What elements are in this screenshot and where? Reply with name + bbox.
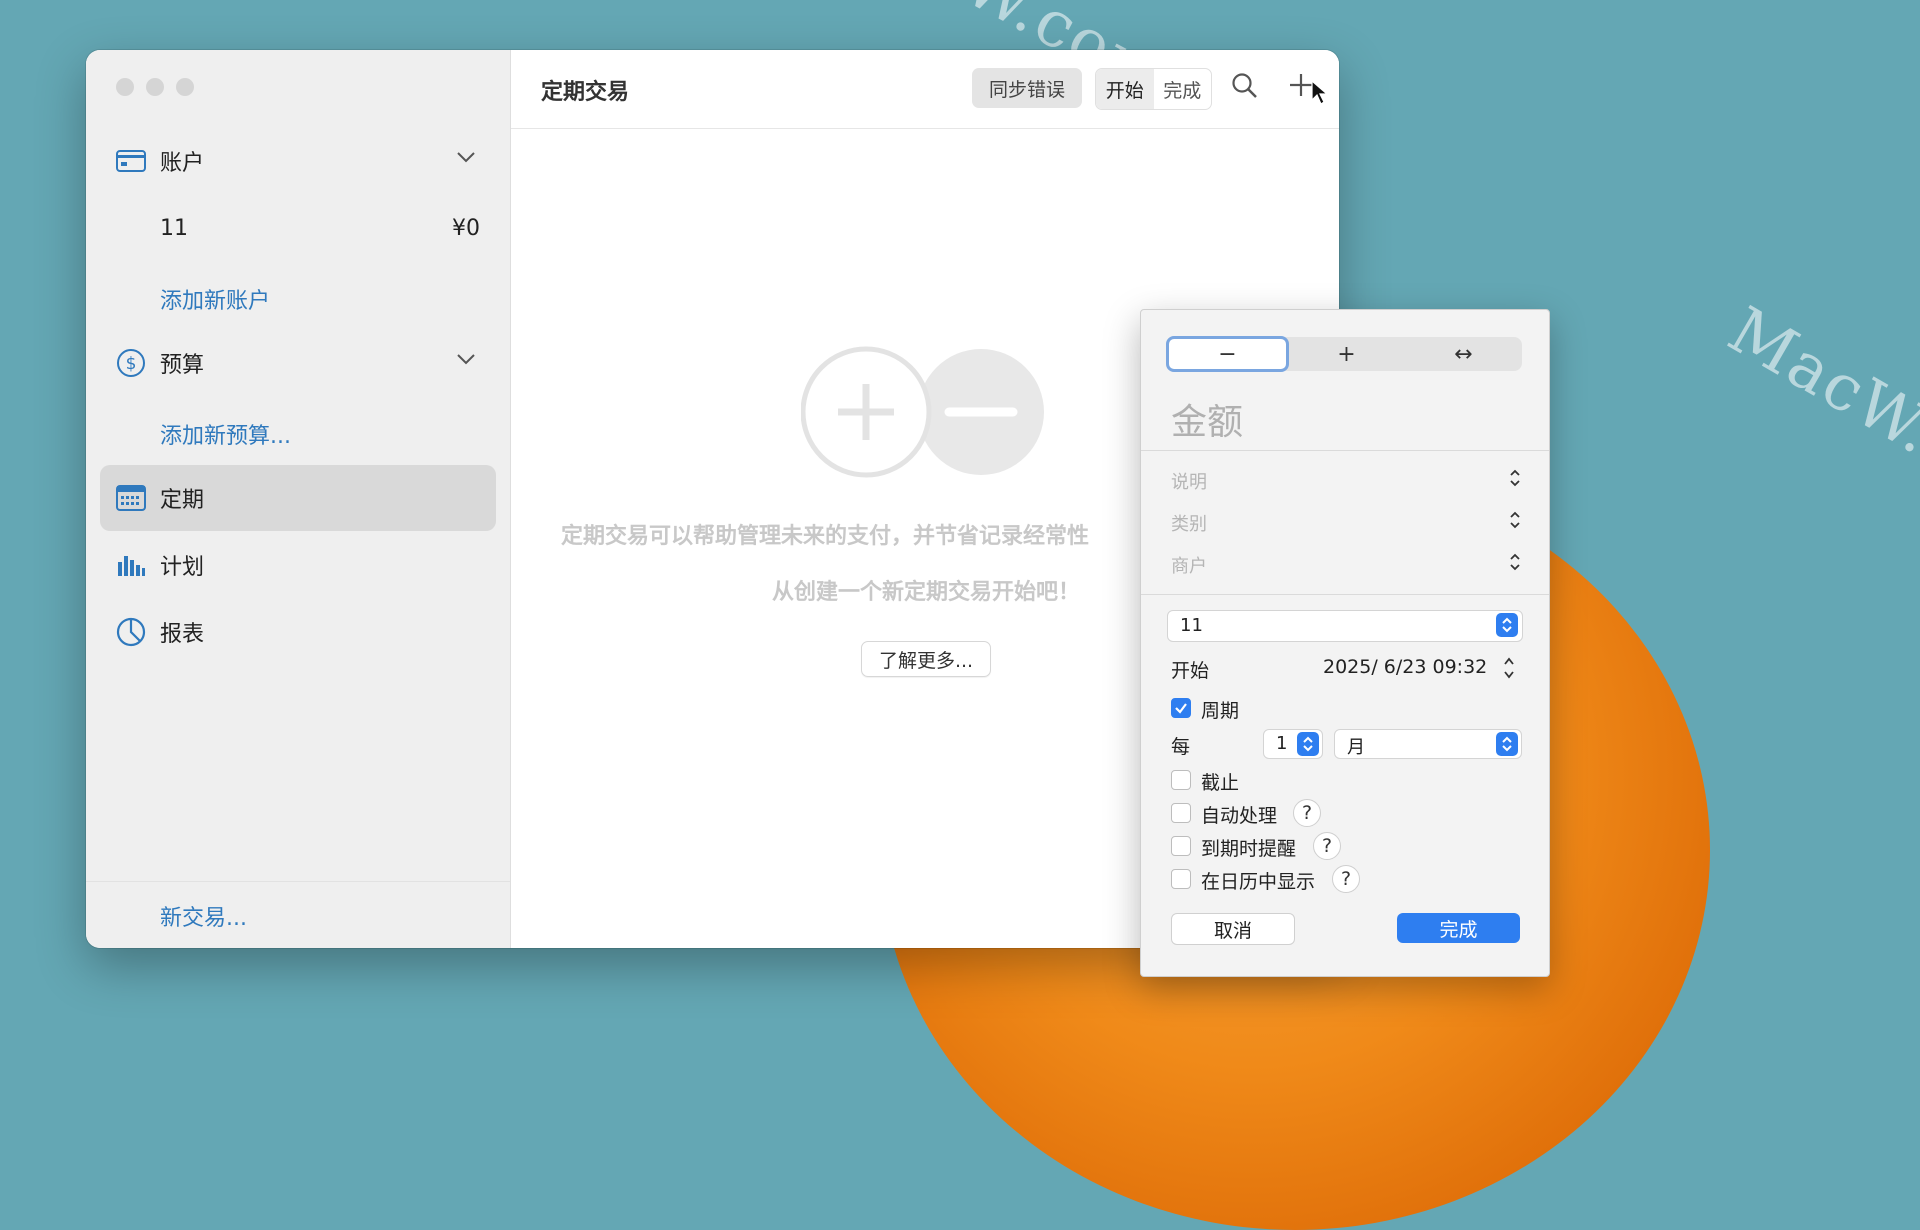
select-arrows-icon (1496, 732, 1518, 756)
date-stepper-icon[interactable] (1503, 655, 1515, 681)
remind-label: 到期时提醒 (1201, 838, 1297, 860)
sidebar-label-planning: 计划 (160, 555, 205, 580)
account-item-name[interactable]: 11 (160, 216, 188, 241)
end-label: 截止 (1201, 772, 1240, 794)
sidebar-item-planning[interactable]: 计划 (100, 532, 496, 598)
segment-expense[interactable]: − (1166, 336, 1289, 372)
sidebar-item-accounts[interactable]: 账户 (100, 128, 496, 194)
sidebar-item-budget[interactable]: $ 预算 (100, 330, 496, 396)
watermark: MacW.com (1715, 293, 1920, 541)
account-item-balance: ¥0 (452, 216, 480, 241)
auto-process-label: 自动处理 (1201, 805, 1278, 827)
segment-transfer[interactable]: ↔ (1405, 337, 1522, 371)
payee-field[interactable]: 商户 (1171, 552, 1521, 578)
search-icon[interactable] (1231, 72, 1259, 100)
amount-input[interactable]: 金额 (1171, 393, 1243, 445)
up-down-chevron-icon[interactable] (1509, 552, 1521, 572)
svg-text:$: $ (126, 354, 137, 374)
calendar-checkbox[interactable] (1171, 869, 1191, 889)
chevron-down-icon[interactable] (456, 352, 476, 366)
description-field[interactable]: 说明 (1171, 468, 1521, 494)
dollar-circle-icon: $ (116, 348, 146, 378)
pie-chart-icon (116, 617, 146, 647)
every-label: 每 (1171, 736, 1191, 758)
divider (1141, 450, 1549, 451)
credit-card-icon (116, 146, 146, 176)
sidebar: 账户 11 ¥0 添加新账户 $ 预算 添加新预算... 定期 计划 报表 新交… (86, 50, 511, 948)
up-down-chevron-icon[interactable] (1509, 510, 1521, 530)
new-recurring-popover: − + ↔ 金额 说明 类别 商户 11 开始 2025/ 6/23 09:32… (1140, 309, 1550, 977)
start-datetime-field[interactable]: 2025/ 6/23 09:32 (1323, 656, 1487, 678)
recurring-placeholder-icon (801, 346, 1044, 478)
segment-done[interactable]: 完成 (1154, 69, 1212, 109)
add-account-link[interactable]: 添加新账户 (160, 283, 270, 315)
transaction-type-segmented-control: − + ↔ (1166, 336, 1522, 372)
interval-unit-select[interactable]: 月 (1334, 729, 1522, 759)
sidebar-label-reports: 报表 (160, 622, 205, 647)
calendar-icon (116, 483, 146, 513)
interval-count-value: 1 (1276, 733, 1288, 754)
sidebar-item-recurring[interactable]: 定期 (100, 465, 496, 531)
learn-more-button[interactable]: 了解更多... (861, 641, 991, 677)
window-controls (116, 78, 194, 96)
toolbar: 定期交易 同步错误 开始 完成 (511, 50, 1339, 129)
help-icon[interactable]: ? (1332, 865, 1360, 893)
minimize-button[interactable] (146, 78, 164, 96)
stepper-arrows-icon (1297, 732, 1319, 756)
sidebar-item-reports[interactable]: 报表 (100, 599, 496, 665)
empty-state-line1: 定期交易可以帮助管理未来的支付，并节省记录经常性 (561, 524, 1090, 549)
add-budget-link[interactable]: 添加新预算... (160, 418, 291, 450)
segment-income[interactable]: + (1288, 337, 1405, 371)
periodic-label: 周期 (1201, 700, 1240, 722)
description-placeholder: 说明 (1171, 472, 1207, 493)
sidebar-label-accounts: 账户 (160, 151, 205, 176)
sidebar-label-budget: 预算 (160, 353, 205, 378)
account-select[interactable]: 11 (1167, 610, 1523, 642)
up-down-chevron-icon[interactable] (1509, 468, 1521, 488)
chevron-down-icon[interactable] (456, 150, 476, 164)
interval-unit-value: 月 (1347, 737, 1365, 758)
help-icon[interactable]: ? (1313, 832, 1341, 860)
select-arrows-icon (1496, 613, 1518, 637)
auto-process-checkbox[interactable] (1171, 803, 1191, 823)
close-button[interactable] (116, 78, 134, 96)
payee-placeholder: 商户 (1171, 556, 1207, 577)
calendar-label: 在日历中显示 (1201, 871, 1316, 893)
remind-checkbox[interactable] (1171, 836, 1191, 856)
bar-chart-icon (116, 550, 146, 580)
divider (1141, 594, 1549, 595)
help-icon[interactable]: ? (1293, 799, 1321, 827)
new-transaction-link[interactable]: 新交易... (160, 900, 247, 932)
sidebar-label-recurring: 定期 (160, 488, 205, 513)
start-label: 开始 (1171, 660, 1210, 682)
periodic-checkbox[interactable] (1171, 698, 1191, 718)
account-select-value: 11 (1180, 615, 1203, 636)
sidebar-footer: 新交易... (86, 881, 510, 948)
sync-error-button[interactable]: 同步错误 (972, 68, 1082, 108)
done-button[interactable]: 完成 (1397, 913, 1520, 943)
interval-count-stepper[interactable]: 1 (1263, 729, 1323, 759)
mouse-cursor-icon (1311, 80, 1329, 105)
cancel-button[interactable]: 取消 (1171, 913, 1295, 945)
zoom-button[interactable] (176, 78, 194, 96)
segment-start[interactable]: 开始 (1096, 69, 1154, 109)
status-segmented-control: 开始 完成 (1095, 68, 1212, 110)
category-field[interactable]: 类别 (1171, 510, 1521, 536)
category-placeholder: 类别 (1171, 514, 1207, 535)
page-title: 定期交易 (541, 80, 630, 105)
end-checkbox[interactable] (1171, 770, 1191, 790)
